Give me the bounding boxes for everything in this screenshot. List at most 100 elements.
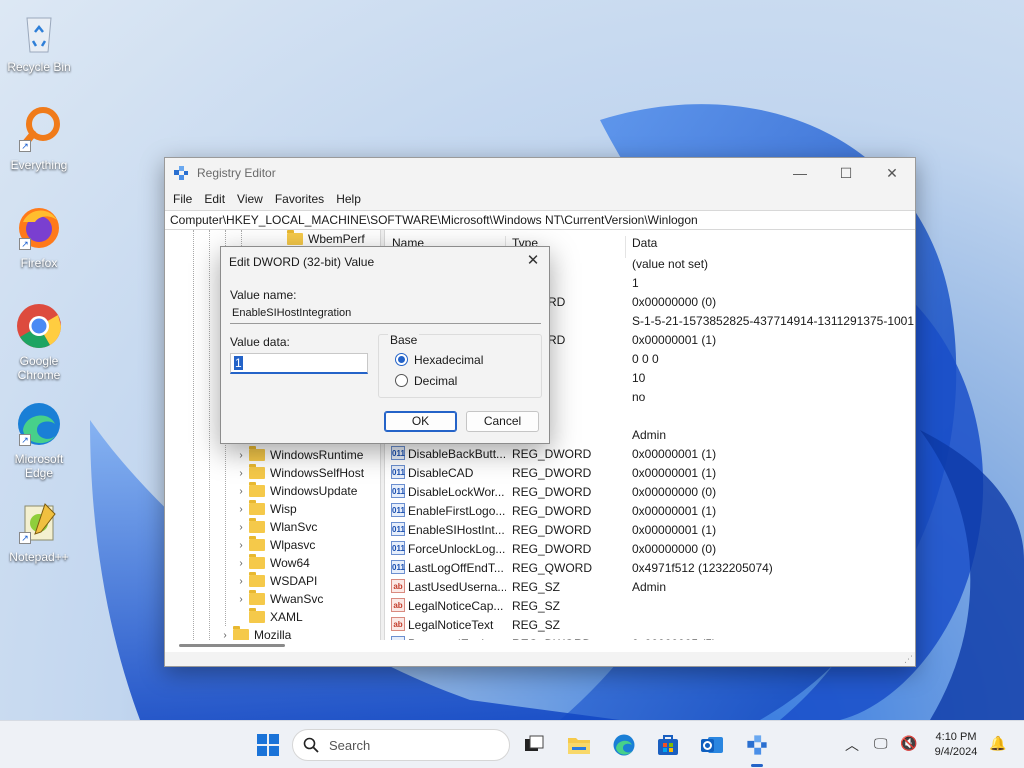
- chevron-right-icon[interactable]: ›: [235, 468, 247, 479]
- desktop-icon-label: Recycle Bin: [7, 60, 71, 74]
- folder-icon: [249, 518, 265, 533]
- value-row[interactable]: 011 LastLogOffEndT... REG_QWORD 0x4971f512 …: [385, 558, 903, 577]
- desktop-icon-recycle-bin[interactable]: Recycle Bin: [4, 8, 74, 74]
- chevron-right-icon[interactable]: ›: [235, 504, 247, 515]
- tree-item[interactable]: › Wisp: [235, 500, 297, 518]
- tree-item[interactable]: › WlanSvc: [235, 518, 317, 536]
- dialog-close-button[interactable]: ✕: [523, 251, 543, 271]
- column-header-data[interactable]: Data: [632, 236, 657, 250]
- desktop-icon-everything[interactable]: ↗ Everything: [4, 106, 74, 172]
- chevron-right-icon[interactable]: ›: [235, 594, 247, 605]
- binary-value-icon: 011: [391, 522, 405, 536]
- task-view-button[interactable]: [518, 729, 550, 761]
- minimize-button[interactable]: —: [777, 158, 823, 188]
- tree-guide-line: [193, 230, 194, 640]
- chevron-up-icon[interactable]: ︿: [845, 735, 859, 755]
- menu-view[interactable]: View: [231, 192, 269, 206]
- value-row[interactable]: 011 DisableBackButt... REG_DWORD 0x00000001…: [385, 444, 903, 463]
- decimal-label[interactable]: Decimal: [414, 374, 457, 388]
- value-row[interactable]: 011 ForceUnlockLog... REG_DWORD 0x00000000 …: [385, 539, 903, 558]
- value-data-input[interactable]: 1: [230, 353, 368, 374]
- chevron-right-icon[interactable]: ›: [235, 540, 247, 551]
- hexadecimal-label[interactable]: Hexadecimal: [414, 353, 483, 367]
- decimal-radio[interactable]: [395, 374, 408, 387]
- clock-time: 4:10 PM: [935, 731, 977, 743]
- desktop-icon-firefox[interactable]: ↗ Firefox: [4, 204, 74, 270]
- chevron-right-icon[interactable]: ›: [235, 576, 247, 587]
- maximize-button[interactable]: ☐: [823, 158, 869, 188]
- volume-icon[interactable]: 🔇: [900, 735, 917, 752]
- value-row[interactable]: ab LastUsedUserna... REG_SZ Admin: [385, 577, 903, 596]
- shortcut-arrow-icon: ↗: [19, 532, 31, 544]
- start-button[interactable]: [252, 729, 284, 761]
- taskbar-search[interactable]: Search: [292, 729, 510, 761]
- value-data: S-1-5-21-1573852825-437714914-1311291375…: [632, 314, 915, 328]
- store-button[interactable]: [652, 729, 684, 761]
- tree-item[interactable]: › WSDAPI: [235, 572, 317, 590]
- desktop-icon-notepadpp[interactable]: ↗ Notepad++: [4, 498, 74, 564]
- value-name-field[interactable]: EnableSIHostIntegration: [230, 304, 541, 324]
- menu-file[interactable]: File: [167, 192, 198, 206]
- value-row[interactable]: 011 EnableSIHostInt... REG_DWORD 0x00000001…: [385, 520, 903, 539]
- tree-item[interactable]: › Wow64: [235, 554, 310, 572]
- value-type: REG_DWORD: [512, 542, 592, 556]
- horizontal-scrollbar[interactable]: [165, 640, 915, 652]
- title-bar[interactable]: Registry Editor — ☐ ✕: [165, 158, 915, 188]
- windows-logo-icon: [257, 734, 279, 756]
- tree-item[interactable]: › Mozilla: [219, 626, 291, 640]
- menu-edit[interactable]: Edit: [198, 192, 231, 206]
- hexadecimal-radio[interactable]: [395, 353, 408, 366]
- value-data-selection: 1: [234, 356, 243, 370]
- file-explorer-button[interactable]: [563, 729, 595, 761]
- clock[interactable]: 4:10 PM 9/4/2024: [926, 730, 986, 760]
- ok-button[interactable]: OK: [384, 411, 457, 432]
- tree-item[interactable]: › WindowsRuntime: [235, 446, 363, 464]
- search-placeholder: Search: [329, 737, 371, 753]
- value-row[interactable]: 011 EnableFirstLogo... REG_DWORD 0x00000001…: [385, 501, 903, 520]
- dialog-title: Edit DWORD (32-bit) Value: [229, 255, 375, 269]
- tree-item[interactable]: XAML: [235, 608, 303, 626]
- regedit-taskbar-button[interactable]: [741, 729, 773, 761]
- tree-item-label: WindowsSelfHost: [270, 466, 365, 480]
- status-bar: ⋰: [165, 652, 915, 666]
- value-row[interactable]: 011 DisableLockWor... REG_DWORD 0x00000000 …: [385, 482, 903, 501]
- resize-grip-icon[interactable]: ⋰: [904, 654, 913, 665]
- shortcut-arrow-icon: ↗: [19, 140, 31, 152]
- edit-dword-dialog[interactable]: Edit DWORD (32-bit) Value ✕ Value name: …: [220, 246, 550, 444]
- desktop-icon-chrome[interactable]: Google Chrome: [4, 302, 74, 382]
- address-bar[interactable]: Computer\HKEY_LOCAL_MACHINE\SOFTWARE\Mic…: [165, 210, 915, 230]
- binary-value-icon: 011: [391, 465, 405, 479]
- value-row[interactable]: 011 DisableCAD REG_DWORD 0x00000001 (1): [385, 463, 903, 482]
- chevron-right-icon[interactable]: ›: [235, 450, 247, 461]
- folder-icon: [249, 590, 265, 605]
- chevron-right-icon[interactable]: ›: [235, 558, 247, 569]
- menu-favorites[interactable]: Favorites: [269, 192, 330, 206]
- chrome-icon: [15, 302, 63, 350]
- cancel-button[interactable]: Cancel: [466, 411, 539, 432]
- close-button[interactable]: ✕: [869, 158, 915, 188]
- tree-item-label: WbemPerf: [308, 232, 365, 246]
- tree-item-label: Wlpasvc: [270, 538, 316, 552]
- notification-bell-icon[interactable]: 🔔: [989, 735, 1006, 752]
- tree-item[interactable]: › Wlpasvc: [235, 536, 315, 554]
- desktop-icon-edge[interactable]: ↗ Microsoft Edge: [4, 400, 74, 480]
- value-name: EnableSIHostInt...: [408, 523, 505, 537]
- desktop-icon-label: Google Chrome: [17, 354, 61, 382]
- menu-help[interactable]: Help: [330, 192, 367, 206]
- tree-item[interactable]: › WindowsUpdate: [235, 482, 357, 500]
- value-name: ForceUnlockLog...: [408, 542, 506, 556]
- value-row[interactable]: ab LegalNoticeText REG_SZ: [385, 615, 903, 634]
- value-data: 0x00000001 (1): [632, 504, 717, 518]
- chevron-right-icon[interactable]: ›: [219, 630, 231, 641]
- tree-item[interactable]: › WindowsSelfHost: [235, 464, 364, 482]
- chevron-right-icon[interactable]: ›: [235, 486, 247, 497]
- scrollbar-thumb[interactable]: [179, 644, 285, 647]
- value-row[interactable]: ab LegalNoticeCap... REG_SZ: [385, 596, 903, 615]
- edge-taskbar-button[interactable]: [608, 729, 640, 761]
- chevron-right-icon[interactable]: ›: [235, 522, 247, 533]
- outlook-button[interactable]: [696, 729, 728, 761]
- value-type: REG_DWORD: [512, 447, 592, 461]
- everything-search-icon: ↗: [15, 106, 63, 154]
- tree-item[interactable]: › WwanSvc: [235, 590, 323, 608]
- network-icon[interactable]: 🖵: [874, 735, 888, 752]
